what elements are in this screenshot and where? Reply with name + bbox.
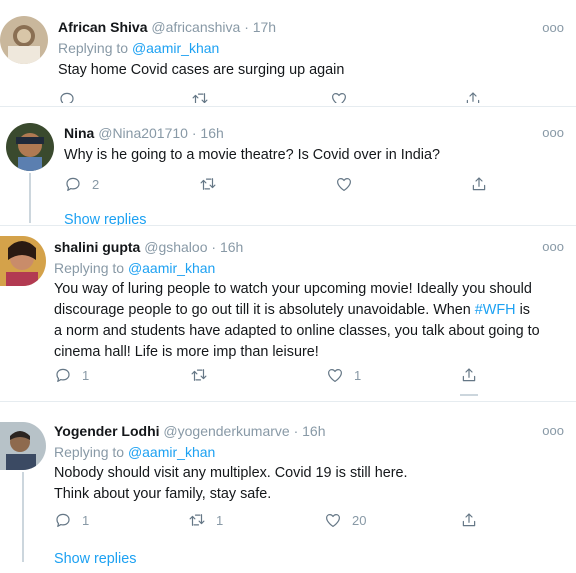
- replying-to-handle[interactable]: @aamir_khan: [128, 444, 215, 460]
- tweet[interactable]: shalini gupta @gshaloo · 16h ooo Replyin…: [0, 226, 576, 402]
- like-count: 20: [352, 512, 367, 528]
- tweet-text: Nobody should visit any multiplex. Covid…: [54, 465, 408, 502]
- replying-to: Replying to @aamir_khan: [54, 260, 216, 276]
- retweet-count: 1: [216, 512, 224, 528]
- show-replies-link[interactable]: Show replies: [64, 212, 146, 225]
- display-name[interactable]: shalini gupta: [54, 239, 140, 255]
- reply-count: 1: [82, 512, 90, 528]
- reply-button[interactable]: 2: [64, 175, 99, 193]
- display-name[interactable]: African Shiva: [58, 19, 147, 35]
- more-icon[interactable]: ooo: [542, 20, 564, 35]
- share-button[interactable]: [464, 90, 482, 103]
- timestamp[interactable]: · 17h: [244, 19, 276, 35]
- share-button[interactable]: [460, 511, 478, 529]
- user-handle[interactable]: @africanshiva: [151, 19, 240, 35]
- retweet-icon: [191, 90, 209, 103]
- avatar[interactable]: [6, 123, 54, 171]
- display-name[interactable]: Nina: [64, 125, 94, 141]
- avatar[interactable]: [0, 236, 46, 286]
- show-replies-link[interactable]: Show replies: [54, 551, 136, 567]
- reply-icon: [54, 366, 72, 384]
- retweet-button[interactable]: 1: [188, 511, 223, 529]
- share-icon: [470, 175, 488, 193]
- retweet-button[interactable]: [199, 175, 217, 193]
- user-handle[interactable]: @yogenderkumarve: [163, 423, 289, 439]
- tweet[interactable]: African Shiva @africanshiva · 17h ooo Re…: [0, 0, 576, 107]
- retweet-button[interactable]: [191, 90, 209, 103]
- reply-button[interactable]: [58, 90, 76, 103]
- tweet[interactable]: Nina @Nina201710 · 16h ooo Why is he goi…: [0, 107, 576, 227]
- share-icon: [460, 511, 478, 529]
- avatar[interactable]: [0, 16, 48, 64]
- tweet[interactable]: Yogender Lodhi @yogenderkumarve · 16h oo…: [0, 402, 576, 573]
- like-button[interactable]: [335, 175, 353, 193]
- retweet-button[interactable]: [190, 366, 208, 384]
- user-handle[interactable]: @gshaloo: [144, 239, 207, 255]
- share-button[interactable]: [470, 175, 488, 193]
- replying-to-handle[interactable]: @aamir_khan: [128, 260, 215, 276]
- like-icon: [324, 511, 342, 529]
- timestamp[interactable]: · 16h: [211, 239, 243, 255]
- like-icon: [330, 90, 348, 103]
- like-button[interactable]: [330, 90, 348, 103]
- like-button[interactable]: 1: [326, 366, 361, 384]
- reply-icon: [54, 511, 72, 529]
- reply-count: 1: [82, 367, 90, 383]
- retweet-icon: [188, 511, 206, 529]
- more-icon[interactable]: ooo: [542, 423, 564, 438]
- replying-to: Replying to @aamir_khan: [58, 40, 220, 56]
- retweet-icon: [190, 366, 208, 384]
- replying-to-handle[interactable]: @aamir_khan: [132, 40, 219, 56]
- more-icon[interactable]: ooo: [542, 125, 564, 140]
- share-button[interactable]: [460, 366, 478, 384]
- reply-icon: [64, 175, 82, 193]
- more-icon[interactable]: ooo: [542, 239, 564, 254]
- scroll-fragment: [460, 394, 478, 396]
- like-button[interactable]: 20: [324, 511, 366, 529]
- share-icon: [464, 90, 482, 103]
- share-icon: [460, 366, 478, 384]
- like-icon: [326, 366, 344, 384]
- retweet-icon: [199, 175, 217, 193]
- like-icon: [335, 175, 353, 193]
- tweet-text: Stay home Covid cases are surging up aga…: [58, 62, 345, 78]
- user-handle[interactable]: @Nina201710: [98, 125, 188, 141]
- timestamp[interactable]: · 16h: [294, 423, 326, 439]
- reply-icon: [58, 90, 76, 103]
- display-name[interactable]: Yogender Lodhi: [54, 423, 160, 439]
- timestamp[interactable]: · 16h: [192, 125, 224, 141]
- reply-button[interactable]: 1: [54, 366, 89, 384]
- reply-count: 2: [92, 176, 100, 192]
- avatar[interactable]: [0, 422, 46, 470]
- reply-button[interactable]: 1: [54, 511, 89, 529]
- like-count: 1: [354, 367, 362, 383]
- tweet-text: Why is he going to a movie theatre? Is C…: [64, 147, 440, 163]
- replying-to: Replying to @aamir_khan: [54, 444, 216, 460]
- tweet-text: You way of luring people to watch your u…: [54, 281, 540, 360]
- hashtag-link[interactable]: #WFH: [475, 302, 516, 318]
